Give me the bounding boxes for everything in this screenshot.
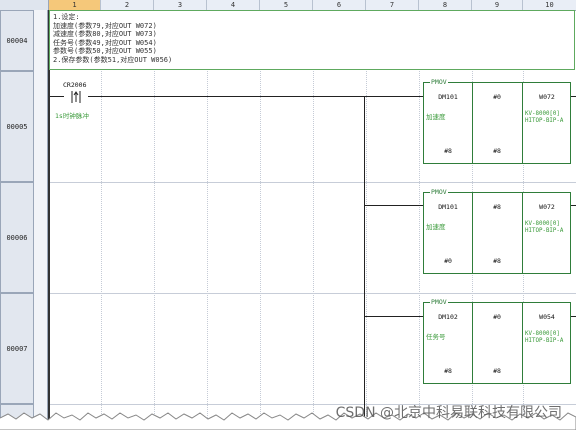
wire	[571, 205, 576, 206]
operand-dst: W072	[539, 203, 555, 211]
operand-dst: W054	[539, 313, 555, 321]
comment-block[interactable]: 1.设定: 加速度(参数79,对应OUT W072) 减速度(参数80,对应OU…	[49, 10, 575, 70]
column-2[interactable]: 2	[101, 0, 154, 10]
row-number[interactable]: 00007	[0, 293, 34, 404]
pmov-block[interactable]: PMOV DM101 #8 W072 加速度 KV-8000[0] HITOP-…	[423, 188, 571, 274]
wire	[50, 96, 64, 97]
dst-comment: KV-8000[0] HITOP-BIP-A	[525, 221, 564, 234]
pmov-block[interactable]: PMOV DM101 #0 W072 加速度 KV-8000[0] HITOP-…	[423, 78, 571, 164]
src-comment: 任务号	[426, 333, 446, 341]
column-9[interactable]: 9	[472, 0, 523, 10]
row-separator	[48, 293, 576, 294]
wire	[364, 316, 423, 317]
operand-size: #0	[444, 257, 452, 265]
block-divider	[472, 193, 473, 273]
comment-line: 参数号(参数50,对应OUT W055)	[53, 47, 157, 56]
dst-comment: KV-8000[0] HITOP-BIP-A	[525, 331, 564, 344]
operand-size: #8	[493, 257, 501, 265]
operand-src: DM102	[438, 313, 458, 321]
dst-comment: KV-8000[0] HITOP-BIP-A	[525, 111, 564, 124]
header-corner	[0, 0, 49, 10]
watermark-text: CSDN @北京中科易联科技有限公司	[335, 405, 562, 421]
block-divider	[522, 193, 523, 273]
grid-line	[260, 71, 261, 430]
column-5[interactable]: 5	[260, 0, 313, 10]
comment-line: 1.设定:	[53, 13, 80, 21]
wire	[364, 205, 423, 206]
block-divider	[522, 83, 523, 163]
operand-n: #0	[493, 93, 501, 101]
src-comment: 加速度	[426, 113, 446, 121]
row-separator	[48, 182, 576, 183]
grid-line	[207, 71, 208, 430]
column-3[interactable]: 3	[154, 0, 207, 10]
block-title: PMOV	[430, 298, 448, 306]
row-gutter	[34, 10, 48, 430]
row-number[interactable]: 00006	[0, 182, 34, 293]
pmov-block[interactable]: PMOV DM102 #0 W054 任务号 KV-8000[0] HITOP-…	[423, 298, 571, 384]
operand-src: DM101	[438, 203, 458, 211]
contact-device: CR2006	[63, 81, 87, 89]
block-title: PMOV	[430, 188, 448, 196]
comment-line: 加速度(参数79,对应OUT W072)	[53, 21, 157, 30]
wire-branch	[364, 96, 365, 430]
operand-size: #8	[444, 147, 452, 155]
grid-line	[366, 71, 367, 430]
operand-n: #0	[493, 313, 501, 321]
operand-size: #8	[493, 147, 501, 155]
operand-src: DM101	[438, 93, 458, 101]
column-4[interactable]: 4	[207, 0, 260, 10]
column-1[interactable]: 1	[49, 0, 101, 10]
block-divider	[472, 303, 473, 383]
src-comment: 加速度	[426, 223, 446, 231]
operand-size: #8	[444, 367, 452, 375]
grid-line	[419, 71, 420, 430]
wire	[88, 96, 423, 97]
operand-dst: W072	[539, 93, 555, 101]
column-6[interactable]: 6	[313, 0, 366, 10]
wire	[571, 316, 576, 317]
power-rail	[48, 10, 50, 430]
grid-line	[101, 71, 102, 430]
column-8[interactable]: 8	[419, 0, 472, 10]
block-title: PMOV	[430, 78, 448, 86]
comment-line: 2.保存参数(参数51,对应OUT W056)	[53, 55, 173, 64]
grid-line	[313, 71, 314, 430]
block-divider	[522, 303, 523, 383]
operand-n: #8	[493, 203, 501, 211]
contact-comment: 1s时钟脉冲	[55, 112, 89, 120]
block-divider	[472, 83, 473, 163]
operand-size: #8	[493, 367, 501, 375]
contact-rising-edge-icon[interactable]	[64, 90, 88, 104]
column-10[interactable]: 10	[523, 0, 576, 10]
column-7[interactable]: 7	[366, 0, 419, 10]
row-number[interactable]: 00004	[0, 10, 34, 71]
wire	[571, 96, 576, 97]
comment-line: 减速度(参数80,对应OUT W073)	[53, 30, 157, 39]
grid-line	[154, 71, 155, 430]
row-number[interactable]: 00005	[0, 71, 34, 182]
